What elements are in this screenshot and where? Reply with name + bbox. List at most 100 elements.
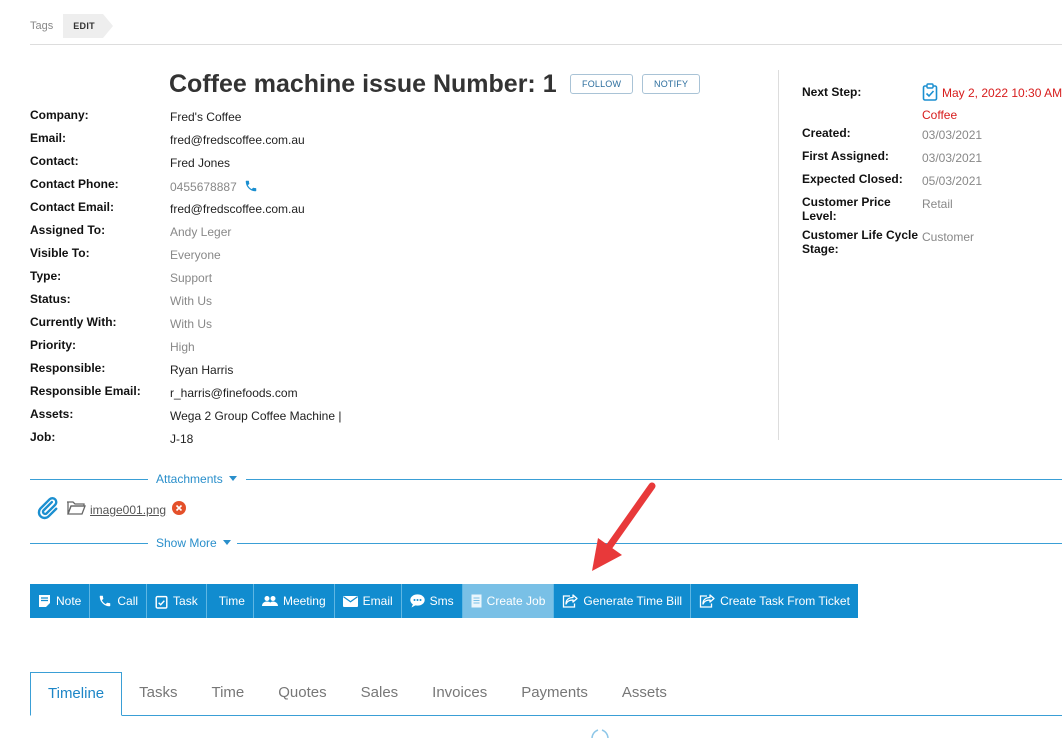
type-value: Support — [170, 271, 213, 285]
document-icon — [471, 594, 482, 608]
attachments-toggle[interactable]: Attachments — [156, 472, 237, 486]
lifecycle-value: Customer — [922, 230, 975, 244]
task-label: Task — [173, 594, 198, 608]
expected-closed-value: 05/03/2021 — [922, 174, 983, 188]
expected-closed-label: Expected Closed: — [802, 172, 903, 186]
time-label: Time — [218, 594, 245, 608]
field-label: Contact Phone: — [30, 177, 119, 191]
caret-down-icon — [222, 540, 231, 545]
tab-sales[interactable]: Sales — [344, 672, 416, 715]
follow-button[interactable]: FOLLOW — [570, 74, 634, 94]
field-label: Email: — [30, 131, 67, 145]
email-button[interactable]: Email — [334, 584, 402, 618]
tab-assets[interactable]: Assets — [605, 672, 684, 715]
assigned-to-value: Andy Leger — [170, 225, 232, 239]
tab-invoices[interactable]: Invoices — [415, 672, 504, 715]
tab-payments[interactable]: Payments — [504, 672, 605, 715]
attachment-item: image001.png — [34, 495, 187, 526]
edit-tags-button[interactable]: EDIT — [63, 14, 113, 38]
tab-quotes[interactable]: Quotes — [261, 672, 343, 715]
page-title: Coffee machine issue Number: 1 — [169, 70, 557, 98]
create-task-from-ticket-button[interactable]: Create Task From Ticket — [691, 584, 858, 618]
created-value: 03/03/2021 — [922, 128, 983, 142]
field-label: Responsible Email: — [30, 384, 141, 398]
show-more-line-left — [30, 543, 148, 544]
note-label: Note — [56, 594, 82, 608]
call-button[interactable]: Call — [90, 584, 148, 618]
paperclip-icon[interactable] — [34, 495, 60, 526]
email-value[interactable]: fred@fredscoffee.com.au — [170, 133, 305, 147]
attachments-line-left — [30, 479, 148, 480]
field-label: Assets: — [30, 407, 74, 421]
email-label: Email — [362, 594, 393, 608]
field-label: Visible To: — [30, 246, 90, 260]
generate-time-bill-button[interactable]: Generate Time Bill — [554, 584, 692, 618]
tags-label: Tags — [30, 20, 54, 32]
assets-value[interactable]: Wega 2 Group Coffee Machine | — [170, 409, 341, 423]
responsible-email-value[interactable]: r_harris@finefoods.com — [170, 386, 298, 400]
tab-time[interactable]: Time — [194, 672, 261, 715]
field-label: Type: — [30, 269, 62, 283]
field-label: Job: — [30, 430, 56, 444]
share-icon — [699, 594, 715, 608]
tab-bar: Timeline Tasks Time Quotes Sales Invoice… — [30, 672, 1062, 716]
note-icon — [39, 595, 50, 607]
next-step-date: May 2, 2022 10:30 AM — [942, 86, 1062, 100]
show-more-label: Show More — [156, 536, 217, 550]
loading-spinner-icon — [591, 729, 609, 739]
attachments-label: Attachments — [156, 472, 223, 486]
field-label: Assigned To: — [30, 223, 106, 237]
create-task-from-ticket-label: Create Task From Ticket — [720, 594, 850, 608]
tags-bar: Tags EDIT — [30, 14, 113, 38]
tab-timeline[interactable]: Timeline — [30, 672, 123, 716]
contact-value[interactable]: Fred Jones — [170, 156, 230, 170]
generate-time-bill-label: Generate Time Bill — [583, 594, 683, 608]
price-level-label: Customer Price Level: — [802, 195, 891, 223]
first-assigned-label: First Assigned: — [802, 149, 889, 163]
action-bar: Note Call Task Time Meeting Email Sms Cr… — [30, 584, 858, 618]
call-label: Call — [117, 594, 139, 608]
responsible-value[interactable]: Ryan Harris — [170, 363, 233, 377]
phone-icon — [100, 595, 111, 607]
attachment-file-link[interactable]: image001.png — [90, 503, 166, 517]
clipboard-icon — [155, 595, 168, 609]
task-button[interactable]: Task — [147, 584, 207, 618]
people-icon — [261, 596, 278, 606]
contact-phone-wrap: 0455678887 — [170, 179, 258, 196]
caret-down-icon — [228, 476, 237, 481]
field-label: Currently With: — [30, 315, 117, 329]
next-step-value[interactable]: May 2, 2022 10:30 AM Coffee — [922, 83, 1062, 124]
envelope-icon — [342, 595, 358, 607]
remove-attachment-icon[interactable] — [172, 500, 187, 520]
meeting-label: Meeting — [282, 594, 326, 608]
company-value[interactable]: Fred's Coffee — [170, 110, 241, 124]
chat-icon — [409, 594, 425, 608]
priority-value: High — [170, 340, 195, 354]
field-label: Contact Email: — [30, 200, 115, 214]
field-label: Company: — [30, 108, 89, 122]
contact-email-value[interactable]: fred@fredscoffee.com.au — [170, 202, 305, 216]
time-button[interactable]: Time — [206, 584, 254, 618]
job-value[interactable]: J-18 — [170, 432, 193, 446]
price-level-value: Retail — [922, 197, 953, 211]
annotation-arrow-icon — [592, 482, 656, 571]
visible-to-value: Everyone — [170, 248, 221, 262]
phone-icon[interactable] — [244, 179, 258, 196]
sms-button[interactable]: Sms — [401, 584, 463, 618]
created-label: Created: — [802, 126, 851, 140]
field-label: Contact: — [30, 154, 79, 168]
sms-label: Sms — [429, 594, 454, 608]
tab-tasks[interactable]: Tasks — [122, 672, 194, 715]
folder-open-icon — [66, 500, 86, 521]
field-label: Priority: — [30, 338, 77, 352]
field-label: Status: — [30, 292, 71, 306]
note-button[interactable]: Note — [30, 584, 91, 618]
next-step-label: Next Step: — [802, 85, 862, 99]
clipboard-icon — [922, 83, 938, 106]
share-icon — [563, 594, 579, 608]
meeting-button[interactable]: Meeting — [253, 584, 335, 618]
create-job-label: Create Job — [486, 594, 546, 608]
create-job-button[interactable]: Create Job — [462, 584, 555, 618]
notify-button[interactable]: NOTIFY — [642, 74, 701, 94]
show-more-toggle[interactable]: Show More — [156, 536, 231, 550]
